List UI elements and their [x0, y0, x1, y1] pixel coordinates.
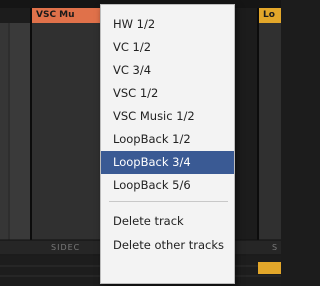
sidechain-label-left: SIDEC	[51, 243, 81, 252]
sidechain-label-right: S	[272, 243, 279, 252]
track-header-loopback[interactable]: Lo	[259, 8, 281, 23]
menu-item-vsc-1-2[interactable]: VSC 1/2	[101, 82, 234, 105]
menu-item-loopback-1-2[interactable]: LoopBack 1/2	[101, 128, 234, 151]
menu-separator	[109, 201, 228, 202]
menu-item-hw-1-2[interactable]: HW 1/2	[101, 13, 234, 36]
menu-item-vc-3-4[interactable]: VC 3/4	[101, 59, 234, 82]
delete-track-item[interactable]: Delete track	[101, 210, 234, 233]
track-context-menu: HW 1/2 VC 1/2 VC 3/4 VSC 1/2 VSC Music 1…	[100, 4, 235, 284]
delete-other-tracks-item[interactable]: Delete other tracks	[101, 234, 234, 257]
menu-item-loopback-5-6[interactable]: LoopBack 5/6	[101, 174, 234, 197]
menu-item-loopback-3-4[interactable]: LoopBack 3/4	[101, 151, 234, 174]
menu-item-vsc-music-1-2[interactable]: VSC Music 1/2	[101, 105, 234, 128]
menu-item-vc-1-2[interactable]: VC 1/2	[101, 36, 234, 59]
